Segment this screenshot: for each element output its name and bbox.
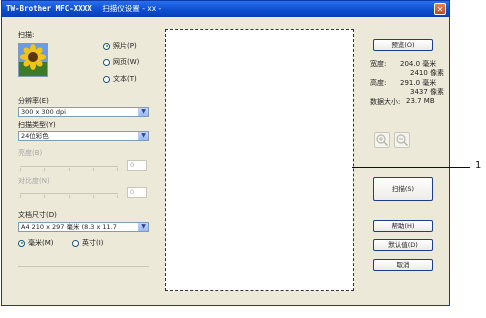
unit-inch-label: 英寸(I) [82, 239, 104, 247]
brightness-slider[interactable] [20, 166, 118, 167]
zoom-in-button[interactable] [374, 132, 390, 148]
close-icon[interactable]: ✕ [434, 3, 446, 15]
doc-size-label: 文档尺寸(D) [18, 211, 57, 219]
contrast-label: 对比度(N) [18, 177, 50, 185]
radio-mm[interactable] [18, 239, 25, 247]
scan-type-label: 扫描类型(Y) [18, 121, 56, 129]
width-label: 宽度: [370, 60, 387, 68]
unit-inch[interactable]: 英寸(I) [72, 238, 104, 248]
scanner-settings-window: TW-Brother MFC-XXXX 扫描仪设置 - xx - ✕ 扫描: 照… [1, 0, 450, 306]
zoom-out-icon [396, 134, 409, 147]
scan-option-photo[interactable]: 照片(P) [103, 41, 137, 51]
scan-label: 扫描: [18, 31, 35, 39]
callout-number: 1 [475, 160, 482, 171]
slider-tick [20, 195, 21, 198]
slider-tick [20, 168, 21, 171]
title-bar: TW-Brother MFC-XXXX 扫描仪设置 - xx - ✕ [2, 1, 449, 17]
scan-option-web-label: 网页(W) [113, 58, 140, 66]
scan-button[interactable]: 扫描(S) [373, 177, 433, 201]
slider-tick [69, 168, 70, 171]
scan-option-text-label: 文本(T) [113, 75, 137, 83]
scan-option-text[interactable]: 文本(T) [103, 74, 137, 84]
window-title-suffix: 扫描仪设置 - xx - [102, 4, 162, 13]
window-title: TW-Brother MFC-XXXX [6, 4, 92, 13]
brightness-label: 亮度(B) [18, 149, 43, 157]
help-button[interactable]: 帮助(H) [373, 220, 433, 232]
zoom-out-button[interactable] [394, 132, 410, 148]
default-button[interactable]: 默认值(D) [373, 239, 433, 251]
height-label: 高度: [370, 79, 387, 87]
divider [18, 266, 149, 267]
doc-size-value: A4 210 x 297 毫米 (8.3 x 11.7 [21, 223, 117, 231]
contrast-value[interactable]: 0 [127, 187, 147, 198]
doc-size-select[interactable]: A4 210 x 297 毫米 (8.3 x 11.7 ▼ [18, 222, 149, 232]
scan-option-web[interactable]: 网页(W) [103, 57, 139, 67]
callout-line [352, 167, 470, 168]
scan-area[interactable] [165, 29, 354, 291]
scan-mode-thumbnail [18, 43, 48, 77]
unit-mm[interactable]: 毫米(M) [18, 238, 54, 248]
radio-photo[interactable] [103, 42, 110, 50]
slider-tick [69, 195, 70, 198]
data-size-label: 数据大小: [370, 98, 401, 106]
chevron-down-icon[interactable]: ▼ [138, 132, 148, 140]
width-px: 2410 像素 [410, 69, 445, 77]
chevron-down-icon[interactable]: ▼ [138, 223, 148, 231]
scan-type-value: 24位彩色 [21, 132, 49, 140]
slider-tick [117, 195, 118, 198]
resolution-select[interactable]: 300 x 300 dpi ▼ [18, 107, 149, 117]
slider-tick [117, 168, 118, 171]
prescan-button[interactable]: 预览(O) [373, 39, 433, 51]
slider-tick [93, 168, 94, 171]
brightness-value[interactable]: 0 [127, 160, 147, 171]
radio-web[interactable] [103, 58, 110, 66]
slider-tick [44, 168, 45, 171]
slider-tick [44, 195, 45, 198]
radio-text[interactable] [103, 75, 110, 83]
zoom-in-icon [376, 134, 389, 147]
scan-type-select[interactable]: 24位彩色 ▼ [18, 131, 149, 141]
unit-mm-label: 毫米(M) [28, 239, 54, 247]
radio-inch[interactable] [72, 239, 79, 247]
cancel-button[interactable]: 取消 [373, 259, 433, 271]
height-px: 3437 像素 [410, 88, 445, 96]
chevron-down-icon[interactable]: ▼ [138, 108, 148, 116]
slider-tick [93, 195, 94, 198]
resolution-value: 300 x 300 dpi [21, 108, 66, 116]
contrast-slider[interactable] [20, 193, 118, 194]
data-size-value: 23.7 MB [406, 97, 435, 105]
scan-option-photo-label: 照片(P) [113, 42, 137, 50]
resolution-label: 分辨率(E) [18, 97, 49, 105]
sunflower-thumbnail [19, 44, 47, 76]
